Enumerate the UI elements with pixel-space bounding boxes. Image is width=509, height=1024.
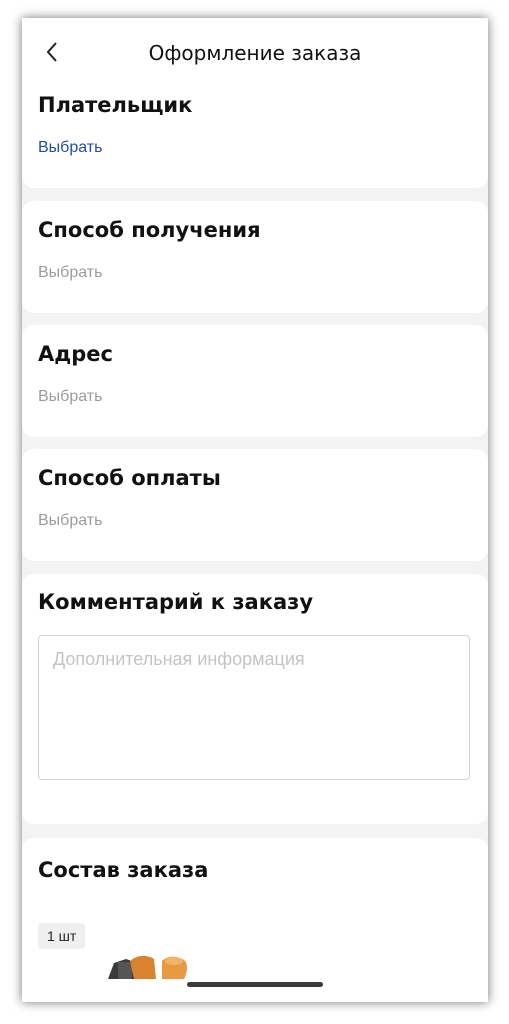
home-indicator (187, 982, 323, 987)
delivery-method-title: Способ получения (38, 218, 261, 242)
product-image[interactable] (104, 949, 194, 979)
address-section: Адрес Выбрать (22, 325, 488, 437)
payer-section: Плательщик Выбрать (22, 86, 488, 188)
address-title: Адрес (38, 342, 113, 366)
payment-method-select-link[interactable]: Выбрать (38, 512, 102, 530)
order-items-title: Состав заказа (38, 858, 209, 882)
comment-input[interactable] (38, 635, 470, 780)
delivery-method-section: Способ получения Выбрать (22, 201, 488, 313)
top-bar: Оформление заказа (22, 18, 488, 86)
payer-title: Плательщик (38, 93, 193, 117)
quantity-badge: 1 шт (38, 923, 86, 949)
payer-select-link[interactable]: Выбрать (38, 139, 102, 157)
delivery-method-select-link[interactable]: Выбрать (38, 264, 102, 282)
payment-method-section: Способ оплаты Выбрать (22, 449, 488, 561)
order-items-section: Состав заказа 1 шт (22, 838, 488, 1002)
payment-method-title: Способ оплаты (38, 466, 221, 490)
phone-screen: Оформление заказа Плательщик Выбрать Спо… (22, 18, 488, 1002)
comment-title: Комментарий к заказу (38, 590, 314, 614)
page-title: Оформление заказа (148, 41, 362, 65)
comment-section: Комментарий к заказу (22, 574, 488, 824)
address-select-link[interactable]: Выбрать (38, 388, 102, 406)
